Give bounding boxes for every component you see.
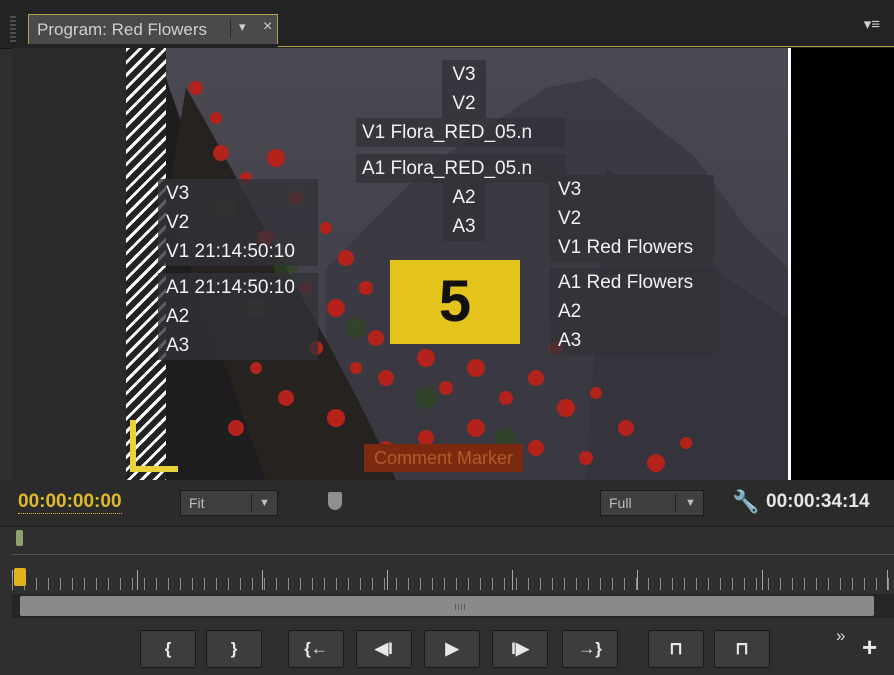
resolution-dropdown-value: Full (609, 495, 632, 511)
time-ruler[interactable] (0, 556, 894, 592)
overlay-tc-v3: V3 (158, 179, 318, 208)
overlay-seq-a3: A3 (550, 326, 714, 355)
go-to-in-button[interactable]: {← (288, 630, 344, 668)
scrollbar-thumb[interactable] (20, 596, 874, 616)
mini-playhead[interactable] (16, 530, 23, 546)
transport-controls: { } {← ◀I ▶ I▶ →} ⊓ ⊓ » + (0, 618, 894, 675)
overlay-tc-a1: A1 21:14:50:10 (158, 273, 318, 302)
safe-corner-marker (130, 420, 178, 472)
overlay-source-a2: A2 (442, 183, 486, 212)
extract-button[interactable]: ⊓ (714, 630, 770, 668)
play-button[interactable]: ▶ (424, 630, 480, 668)
zoom-dropdown[interactable]: Fit ▼ (180, 490, 278, 516)
step-forward-button[interactable]: I▶ (492, 630, 548, 668)
panel-tab-bar: Program: Red Flowers ▾ × ▾≡ (0, 0, 894, 49)
resolution-dropdown-divider (675, 494, 676, 512)
overlay-source-v1: V1 Flora_RED_05.n (356, 118, 566, 147)
zoom-dropdown-divider (251, 494, 252, 512)
panel-grip-handle[interactable] (10, 16, 16, 42)
tab-divider (230, 20, 231, 38)
mini-timeline-track (12, 554, 894, 555)
chevron-down-icon: ▼ (685, 497, 696, 509)
program-monitor-panel: Program: Red Flowers ▾ × ▾≡ V3 V2 V1 Flo… (0, 0, 894, 675)
step-back-button[interactable]: ◀I (356, 630, 412, 668)
overlay-tc-v2: V2 (158, 208, 318, 237)
add-button-icon[interactable]: + (862, 632, 877, 663)
wrench-icon[interactable]: 🔧 (732, 489, 759, 515)
overlay-seq-v2: V2 (550, 204, 714, 233)
panel-menu-icon[interactable]: ▾≡ (864, 15, 880, 33)
overlay-source-a3: A3 (442, 212, 486, 241)
playhead-timecode[interactable]: 00:00:00:00 (18, 491, 122, 514)
zoom-dropdown-value: Fit (189, 495, 205, 511)
countdown-leader: 5 (390, 260, 520, 344)
comment-marker: Comment Marker (364, 444, 524, 472)
tab-underline (278, 46, 894, 47)
lift-button[interactable]: ⊓ (648, 630, 704, 668)
overlay-seq-a2: A2 (550, 297, 714, 326)
countdown-number: 5 (438, 269, 472, 334)
chevron-down-icon: ▼ (259, 497, 270, 509)
duration-timecode: 00:00:34:14 (766, 491, 870, 512)
tab-title: Program: Red Flowers (37, 20, 208, 39)
scrollbar-grip-icon (455, 604, 467, 610)
overlay-seq-v1: V1 Red Flowers (550, 233, 714, 262)
overlay-tc-v1: V1 21:14:50:10 (158, 237, 318, 266)
mark-out-button[interactable]: } (206, 630, 262, 668)
tab-menu-icon[interactable]: ▾ (239, 19, 246, 35)
zoom-scrollbar[interactable] (12, 594, 894, 618)
overlay-tc-a2: A2 (158, 302, 318, 331)
zoom-slider-handle[interactable] (328, 492, 342, 510)
overlay-seq-v3: V3 (550, 175, 714, 204)
go-to-out-button[interactable]: →} (562, 630, 618, 668)
overlay-source-v3: V3 (442, 60, 486, 89)
tab-program-monitor[interactable]: Program: Red Flowers ▾ × (28, 14, 278, 44)
black-matte (788, 48, 894, 480)
overlay-seq-a1: A1 Red Flowers (550, 268, 714, 297)
mini-timeline[interactable] (0, 526, 894, 557)
overlay-source-a1: A1 Flora_RED_05.n (356, 154, 566, 183)
ruler-minor-ticks (12, 578, 894, 590)
overlay-tc-a3: A3 (158, 331, 318, 360)
resolution-dropdown[interactable]: Full ▼ (600, 490, 704, 516)
monitor-viewport[interactable]: V3 V2 V1 Flora_RED_05.n A1 Flora_RED_05.… (12, 48, 894, 480)
more-buttons-icon[interactable]: » (836, 626, 845, 646)
mark-in-button[interactable]: { (140, 630, 196, 668)
playhead-marker[interactable] (14, 568, 26, 586)
monitor-controls: 00:00:00:00 Fit ▼ Full ▼ 🔧 00:00:34:14 (0, 480, 894, 526)
overlay-source-v2: V2 (442, 89, 486, 118)
tab-close-icon[interactable]: × (263, 18, 272, 36)
